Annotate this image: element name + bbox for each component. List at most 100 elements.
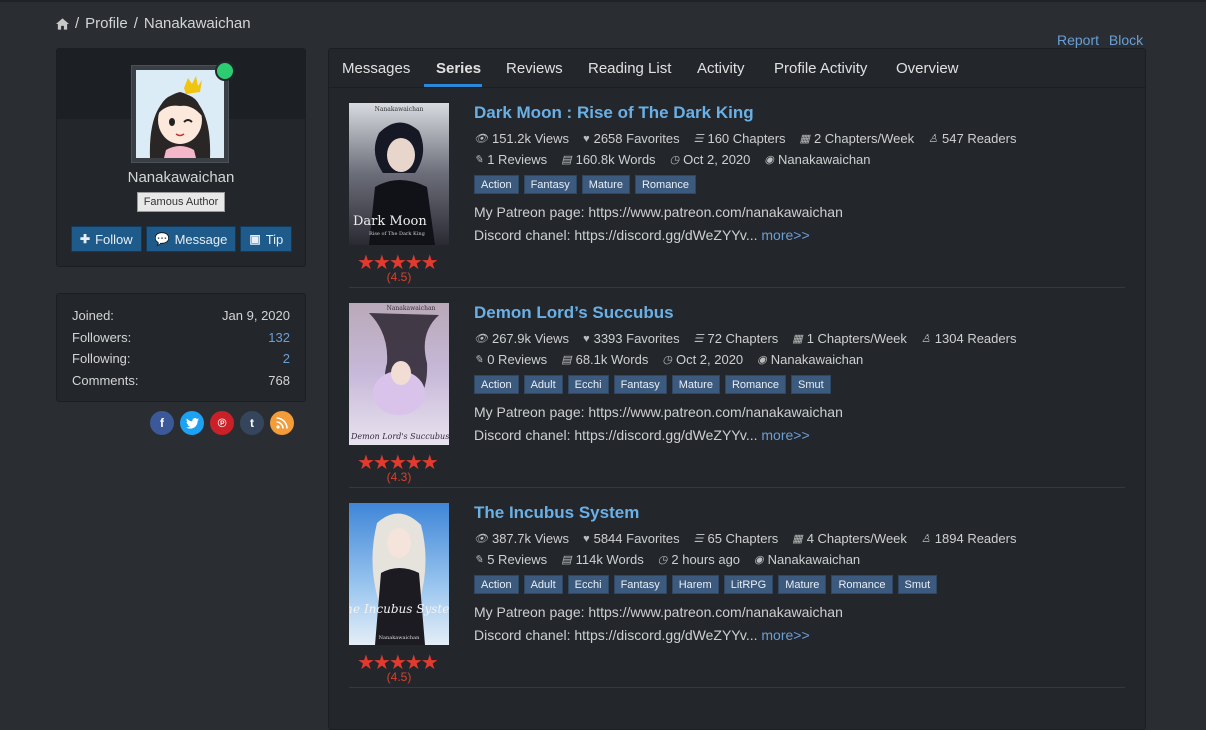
clock-icon: ◷ [662, 354, 672, 366]
breadcrumb-profile[interactable]: Profile [85, 15, 128, 32]
genre-tag[interactable]: Ecchi [567, 575, 609, 594]
cover-title: Demon Lord's Succubus [350, 432, 449, 441]
following-count-link[interactable]: 2 [283, 351, 290, 366]
tab-reading-list[interactable]: Reading List [588, 60, 671, 77]
content-panel: Messages Series Reviews Reading List Act… [328, 48, 1146, 730]
description-text: Discord chanel: https://discord.gg/dWeZY… [474, 427, 758, 443]
list-icon: ☰ [693, 133, 704, 145]
tab-reviews[interactable]: Reviews [506, 60, 563, 77]
tab-activity[interactable]: Activity [697, 60, 745, 77]
tumblr-icon[interactable]: t [240, 411, 264, 435]
reviews: 0 Reviews [487, 352, 548, 367]
tab-overview[interactable]: Overview [896, 60, 959, 77]
genre-tags: Action Adult Ecchi Fantasy Harem LitRPG … [474, 575, 938, 594]
genre-tag[interactable]: Fantasy [613, 575, 667, 594]
author-badge: Famous Author [137, 192, 225, 212]
clock-icon: ◷ [669, 154, 680, 166]
heart-icon: ♥ [583, 332, 590, 345]
author[interactable]: Nanakawaichan [778, 152, 871, 167]
genre-tag[interactable]: Adult [523, 375, 563, 394]
genre-tag[interactable]: Mature [671, 375, 720, 394]
series-meta-row1: 👁 151.2k Views ♥ 2658 Favorites ☰ 160 Chapt… [474, 131, 1016, 146]
genre-tag[interactable]: Ecchi [567, 375, 609, 394]
words: 114k Words [575, 552, 644, 567]
author[interactable]: Nanakawaichan [771, 352, 864, 367]
message-button[interactable]: 💬 Message [145, 226, 237, 252]
twitter-icon[interactable] [180, 411, 204, 435]
block-link[interactable]: Block [1109, 32, 1143, 48]
breadcrumb: / Profile / Nanakawaichan [56, 15, 251, 32]
cover-subtitle: Rise of The Dark King [369, 231, 426, 237]
book-icon: ▤ [561, 554, 572, 566]
series-description-line1: My Patreon page: https://www.patreon.com… [474, 404, 843, 420]
genre-tag[interactable]: Romance [724, 375, 787, 394]
eye-icon: 👁 [474, 533, 488, 545]
breadcrumb-user[interactable]: Nanakawaichan [144, 15, 251, 32]
genre-tag[interactable]: Mature [778, 575, 827, 594]
followers-count-link[interactable]: 132 [268, 330, 290, 345]
genre-tag[interactable]: Fantasy [613, 375, 667, 394]
updated: Oct 2, 2020 [675, 352, 744, 367]
genre-tag[interactable]: Romance [634, 175, 697, 194]
series-meta-row1: 👁 267.9k Views ♥ 3393 Favorites ☰ 72 Chapte… [474, 331, 1016, 346]
favorites: 2658 Favorites [593, 131, 680, 146]
avatar-frame [131, 65, 229, 163]
genre-tag[interactable]: Action [474, 575, 519, 594]
book-icon: ▤ [561, 354, 572, 366]
genre-tag[interactable]: Action [474, 375, 519, 394]
profile-buttons: ✚ Follow 💬 Message ▣ Tip [71, 226, 293, 252]
tab-messages[interactable]: Messages [342, 60, 410, 77]
series-description-line2: Discord chanel: https://discord.gg/dWeZY… [474, 427, 810, 443]
series-meta-row2: ✎ 0 Reviews ▤ 68.1k Words ◷ Oct 2, 2020 ◉ Na… [474, 352, 863, 367]
genre-tag[interactable]: Fantasy [523, 175, 577, 194]
edit-icon: ✎ [474, 154, 484, 166]
tab-series[interactable]: Series [436, 60, 481, 77]
readers: 1894 Readers [934, 531, 1017, 546]
stat-label: Joined: [72, 308, 114, 323]
series-item: The Incubus System Nanakawaichan ★★★★★ (… [349, 503, 1125, 688]
series-title-link[interactable]: The Incubus System [474, 503, 639, 523]
genre-tag[interactable]: Action [474, 175, 519, 194]
author[interactable]: Nanakawaichan [768, 552, 861, 567]
chapters: 160 Chapters [707, 131, 786, 146]
profile-card: Nanakawaichan Famous Author ✚ Follow 💬 M… [56, 48, 306, 267]
stat-label: Comments: [72, 373, 139, 388]
list-icon: ☰ [693, 533, 704, 545]
views: 151.2k Views [491, 131, 570, 146]
follow-button[interactable]: ✚ Follow [71, 226, 142, 252]
user-icon: ♙ [928, 133, 939, 145]
favorites: 5844 Favorites [593, 531, 680, 546]
series-description-line1: My Patreon page: https://www.patreon.com… [474, 204, 843, 220]
breadcrumb-separator: / [75, 15, 80, 32]
tip-button[interactable]: ▣ Tip [240, 226, 293, 252]
stat-following: Following: 2 [72, 351, 290, 366]
avatar[interactable] [136, 70, 224, 158]
genre-tag[interactable]: LitRPG [723, 575, 774, 594]
genre-tag[interactable]: Romance [831, 575, 893, 594]
calendar-icon: ▦ [792, 533, 803, 545]
more-link[interactable]: more>> [761, 627, 809, 643]
series-title-link[interactable]: Dark Moon : Rise of The Dark King [474, 103, 754, 123]
genre-tag[interactable]: Smut [897, 575, 938, 594]
series-cover[interactable]: The Incubus System Nanakawaichan [349, 503, 449, 645]
genre-tag[interactable]: Adult [523, 575, 563, 594]
heart-icon: ♥ [583, 132, 590, 145]
genre-tag[interactable]: Mature [581, 175, 630, 194]
stat-label: Followers: [72, 330, 132, 345]
genre-tag[interactable]: Harem [671, 575, 719, 594]
series-cover[interactable]: Nanakawaichan Dark Moon Rise of The Dark… [349, 103, 449, 245]
rss-icon[interactable] [270, 411, 294, 435]
series-cover[interactable]: Nanakawaichan Demon Lord's Succubus [349, 303, 449, 445]
report-link[interactable]: Report [1057, 32, 1099, 48]
home-icon[interactable] [56, 17, 69, 30]
facebook-icon[interactable]: f [150, 411, 174, 435]
genre-tag[interactable]: Smut [791, 375, 831, 394]
series-description-line1: My Patreon page: https://www.patreon.com… [474, 604, 843, 620]
rating-value: (4.3) [386, 470, 412, 484]
more-link[interactable]: more>> [761, 427, 809, 443]
more-link[interactable]: more>> [761, 227, 809, 243]
pinterest-icon[interactable]: ℗ [210, 411, 234, 435]
series-title-link[interactable]: Demon Lord’s Succubus [474, 303, 674, 323]
tab-profile-activity[interactable]: Profile Activity [774, 60, 867, 77]
heart-icon: ♥ [583, 532, 590, 545]
